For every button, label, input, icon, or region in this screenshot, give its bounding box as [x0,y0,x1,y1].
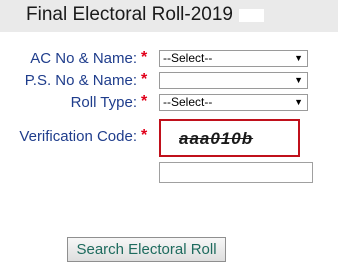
roll-type-select[interactable]: --Select-- ▼ [159,94,308,111]
captcha-image: aaa010b [159,119,300,157]
roll-type-label: Roll Type: [70,94,137,111]
ps-select[interactable]: ▼ [159,72,308,89]
dropdown-arrow-icon: ▼ [294,97,303,107]
ac-required-marker: * [141,49,148,66]
ac-select[interactable]: --Select-- ▼ [159,50,308,67]
captcha-text: aaa010b [179,129,254,148]
page-title: Final Electoral Roll-2019 [26,4,233,25]
ps-label: P.S. No & Name: [24,72,137,89]
roll-type-select-value: --Select-- [163,95,213,109]
search-electoral-roll-button[interactable]: Search Electoral Roll [67,237,226,262]
verification-code-input[interactable] [159,162,313,183]
dropdown-arrow-icon: ▼ [294,75,303,85]
ps-required-marker: * [141,71,148,88]
dropdown-arrow-icon: ▼ [294,53,303,63]
roll-type-required-marker: * [141,93,148,110]
title-placeholder-block [239,9,264,22]
ac-select-value: --Select-- [163,51,213,65]
verification-label: Verification Code: [19,128,137,145]
page-header: Final Electoral Roll-2019 [0,0,338,32]
ac-label: AC No & Name: [30,50,137,67]
verification-required-marker: * [141,127,148,144]
